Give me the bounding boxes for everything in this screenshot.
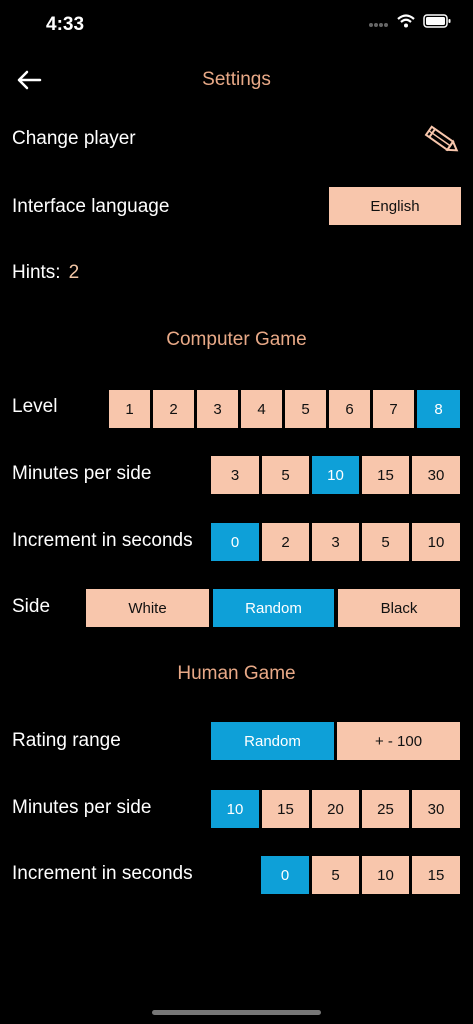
home-indicator[interactable] [152, 1010, 321, 1015]
hints-row: Hints: 2 [12, 262, 79, 284]
side-label: Side [12, 596, 51, 617]
level-option-5[interactable]: 5 [285, 390, 326, 428]
human-game-title: Human Game [177, 663, 296, 684]
hints-label: Hints: [12, 262, 61, 283]
hints-value: 2 [68, 262, 80, 283]
computer-minutes-option-5[interactable]: 5 [262, 456, 309, 494]
level-label: Level [12, 396, 58, 417]
rating-option-plus-minus-100[interactable]: + - 100 [337, 722, 460, 760]
computer-minutes-option-3[interactable]: 3 [211, 456, 259, 494]
human-minutes-option-10[interactable]: 10 [211, 790, 259, 828]
computer-increment-option-2[interactable]: 2 [262, 523, 309, 561]
status-time: 4:33 [46, 14, 85, 35]
level-option-1[interactable]: 1 [109, 390, 150, 428]
status-icons [369, 14, 451, 33]
battery-icon [423, 14, 451, 33]
language-select[interactable]: English [329, 187, 461, 225]
computer-minutes-option-15[interactable]: 15 [362, 456, 409, 494]
level-option-6[interactable]: 6 [329, 390, 370, 428]
page-title: Settings [202, 69, 271, 90]
human-minutes-label: Minutes per side [12, 797, 152, 818]
level-option-3[interactable]: 3 [197, 390, 238, 428]
rating-range-label: Rating range [12, 730, 121, 751]
computer-increment-option-3[interactable]: 3 [312, 523, 359, 561]
human-increment-label: Increment in seconds [12, 863, 193, 884]
language-label: Interface language [12, 196, 170, 217]
human-increment-option-15[interactable]: 15 [412, 856, 460, 894]
computer-increment-option-0[interactable]: 0 [211, 523, 259, 561]
human-increment-option-5[interactable]: 5 [312, 856, 359, 894]
computer-minutes-option-10[interactable]: 10 [312, 456, 359, 494]
signal-icon [369, 15, 389, 33]
human-minutes-option-25[interactable]: 25 [362, 790, 409, 828]
level-option-8[interactable]: 8 [417, 390, 460, 428]
computer-minutes-label: Minutes per side [12, 463, 152, 484]
rating-option-random[interactable]: Random [211, 722, 334, 760]
human-minutes-option-20[interactable]: 20 [312, 790, 359, 828]
level-option-2[interactable]: 2 [153, 390, 194, 428]
human-minutes-option-15[interactable]: 15 [262, 790, 309, 828]
side-option-white[interactable]: White [86, 589, 209, 627]
change-player-label: Change player [12, 128, 136, 149]
human-minutes-option-30[interactable]: 30 [412, 790, 460, 828]
computer-increment-option-10[interactable]: 10 [412, 523, 460, 561]
wifi-icon [397, 14, 415, 33]
change-player-button[interactable] [420, 120, 464, 160]
human-increment-option-10[interactable]: 10 [362, 856, 409, 894]
level-option-4[interactable]: 4 [241, 390, 282, 428]
side-option-random[interactable]: Random [213, 589, 334, 627]
level-option-7[interactable]: 7 [373, 390, 414, 428]
side-option-black[interactable]: Black [338, 589, 460, 627]
pencil-icon [424, 125, 459, 152]
computer-increment-label: Increment in seconds [12, 530, 193, 551]
computer-increment-option-5[interactable]: 5 [362, 523, 409, 561]
human-increment-option-0[interactable]: 0 [261, 856, 309, 894]
computer-game-title: Computer Game [166, 329, 307, 350]
computer-minutes-option-30[interactable]: 30 [412, 456, 460, 494]
